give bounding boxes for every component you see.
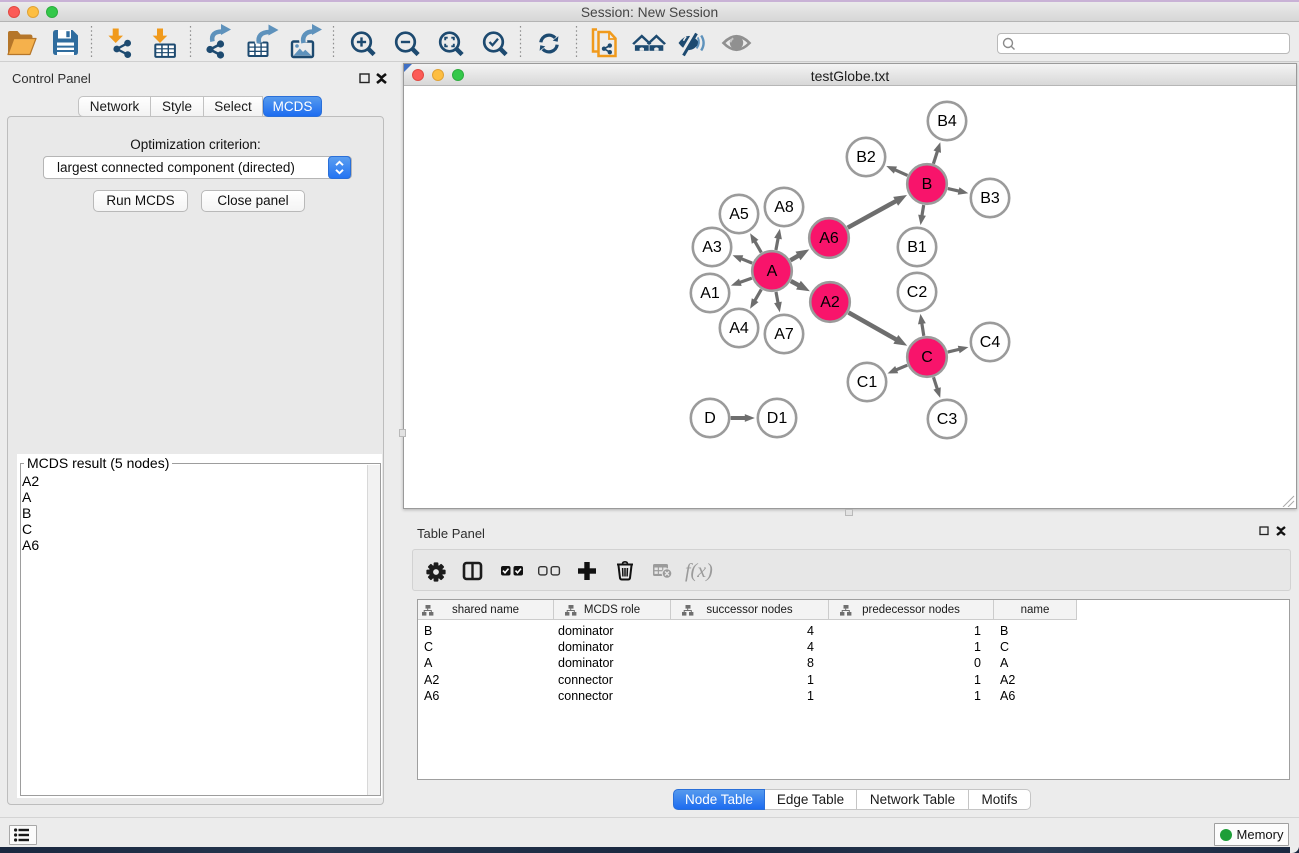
- svg-text:A: A: [767, 263, 778, 280]
- svg-text:B4: B4: [937, 113, 957, 130]
- svg-text:C3: C3: [937, 411, 958, 428]
- svg-text:C4: C4: [980, 334, 1001, 351]
- svg-text:A2: A2: [820, 294, 840, 311]
- svg-text:A4: A4: [729, 320, 749, 337]
- svg-text:A6: A6: [819, 230, 839, 247]
- svg-text:f(x): f(x): [685, 560, 713, 582]
- svg-text:D1: D1: [767, 410, 788, 427]
- svg-text:D: D: [704, 410, 716, 427]
- svg-text:A5: A5: [729, 206, 749, 223]
- svg-text:C1: C1: [857, 374, 878, 391]
- svg-text:C: C: [921, 349, 933, 366]
- svg-text:B3: B3: [980, 190, 1000, 207]
- svg-text:A1: A1: [700, 285, 720, 302]
- svg-text:C2: C2: [907, 284, 928, 301]
- svg-text:A3: A3: [702, 239, 722, 256]
- svg-text:A8: A8: [774, 199, 794, 216]
- svg-text:A7: A7: [774, 326, 794, 343]
- svg-text:B: B: [922, 176, 933, 193]
- svg-text:B2: B2: [856, 149, 876, 166]
- svg-text:B1: B1: [907, 239, 927, 256]
